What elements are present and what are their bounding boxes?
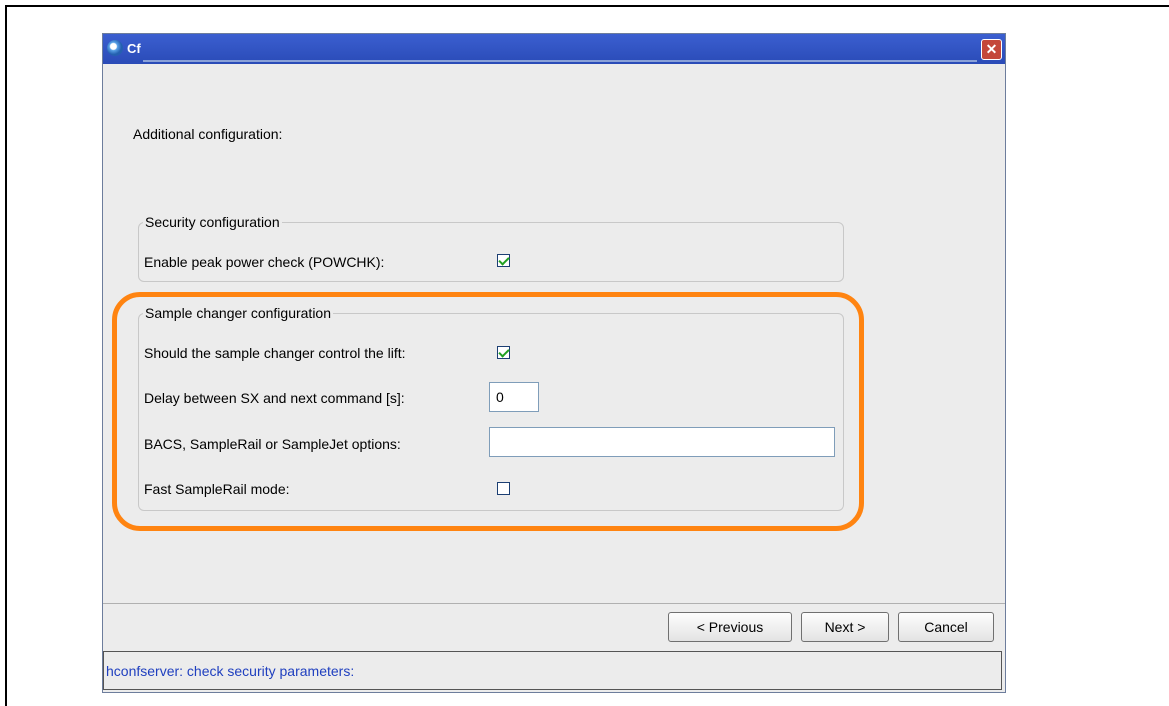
title-underline [143, 60, 977, 62]
security-group: Security configuration [138, 214, 844, 282]
fast-mode-label: Fast SampleRail mode: [144, 481, 290, 497]
app-icon [107, 40, 123, 56]
sample-changer-legend: Sample changer configuration [145, 305, 332, 321]
delay-label: Delay between SX and next command [s]: [144, 390, 405, 406]
power-check-label: Enable peak power check (POWCHK): [144, 254, 385, 270]
title-bar: Cf ✕ [103, 34, 1005, 64]
dialog-heading: Additional configuration: [133, 126, 283, 142]
options-label: BACS, SampleRail or SampleJet options: [144, 436, 401, 452]
status-text: hconfserver: check security parameters: [106, 663, 355, 679]
cancel-button[interactable]: Cancel [898, 612, 994, 642]
status-bar: hconfserver: check security parameters: [103, 651, 1002, 690]
window-title: Cf [127, 41, 141, 56]
delay-input[interactable] [489, 382, 539, 412]
lift-checkbox[interactable] [497, 346, 510, 359]
security-legend: Security configuration [145, 214, 280, 230]
lift-label: Should the sample changer control the li… [144, 345, 406, 361]
close-icon[interactable]: ✕ [981, 39, 1002, 60]
previous-button[interactable]: < Previous [668, 612, 792, 642]
next-button[interactable]: Next > [801, 612, 889, 642]
options-input[interactable] [489, 427, 835, 457]
power-check-checkbox[interactable] [497, 254, 510, 267]
fast-mode-checkbox[interactable] [497, 482, 510, 495]
